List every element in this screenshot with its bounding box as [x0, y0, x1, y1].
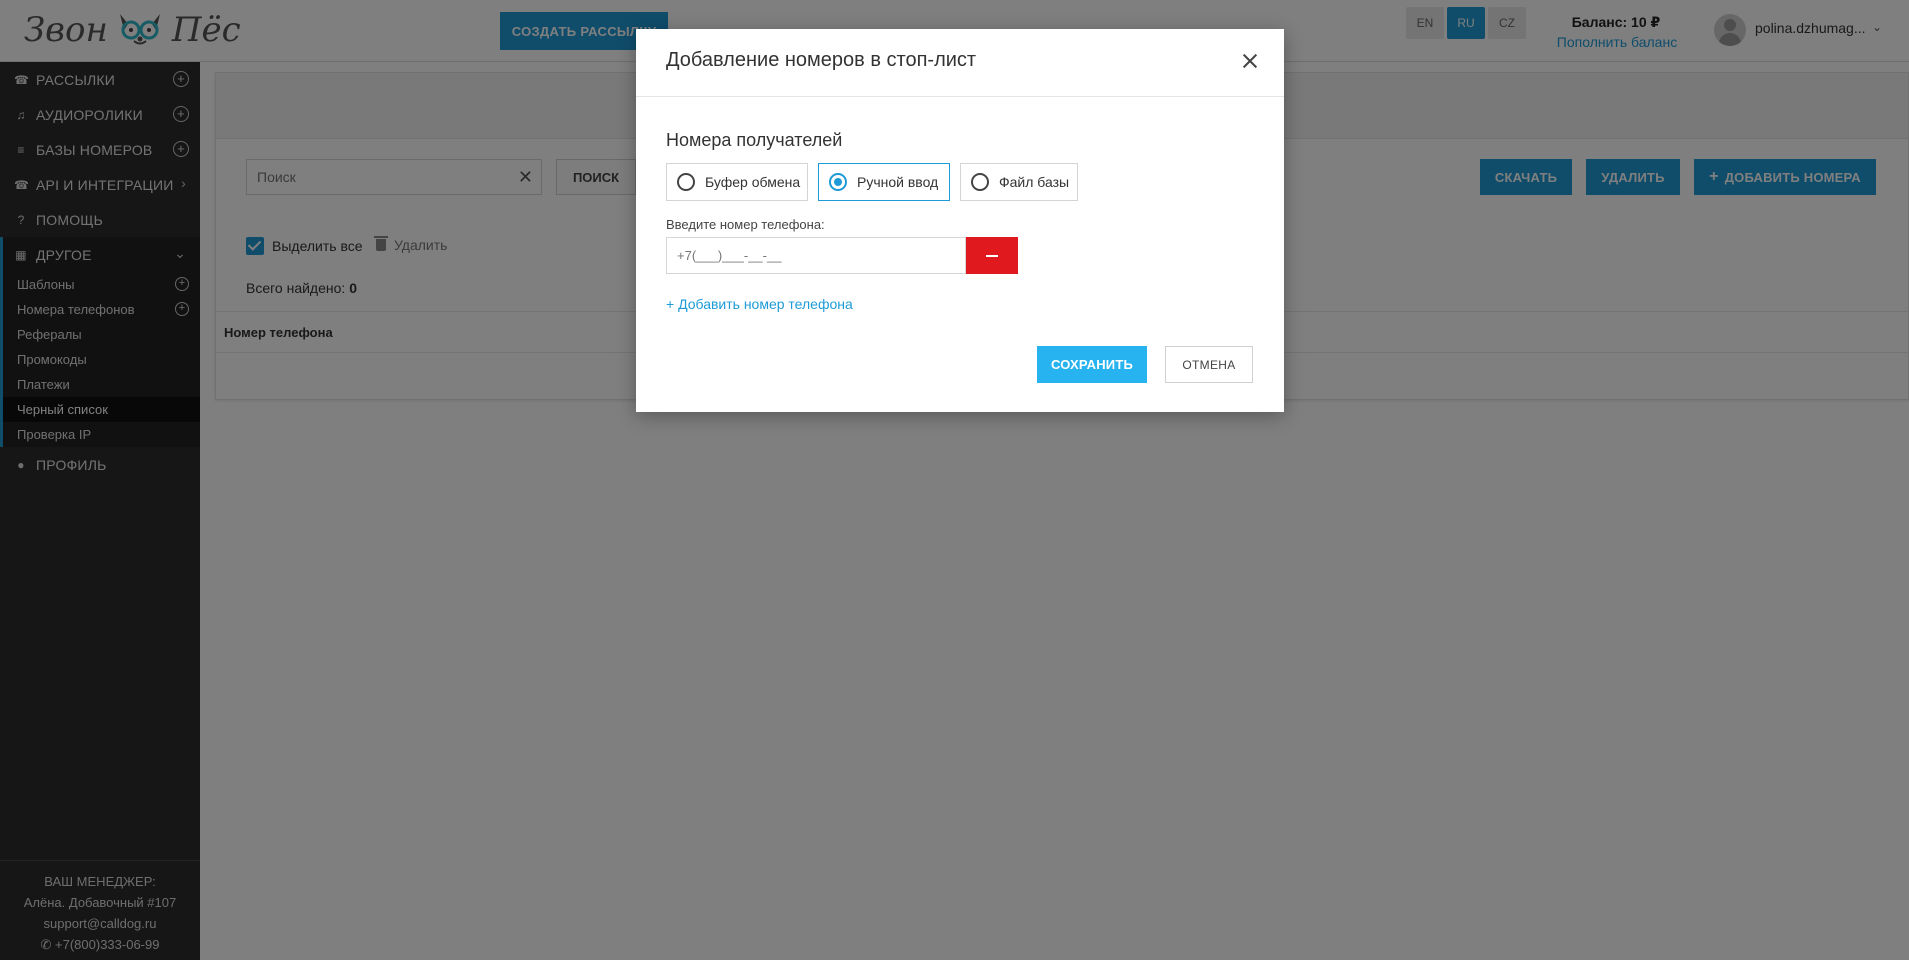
option-manual-input[interactable]: Ручной ввод	[818, 163, 950, 201]
minus-icon	[986, 254, 998, 257]
radio-icon[interactable]	[971, 173, 989, 191]
recipients-label: Номера получателей	[666, 130, 843, 150]
modal-header: Добавление номеров в стоп-лист	[636, 29, 1284, 97]
radio-icon[interactable]	[677, 173, 695, 191]
save-button[interactable]: СОХРАНИТЬ	[1037, 346, 1147, 383]
phone-input[interactable]	[667, 238, 965, 273]
option-database-file[interactable]: Файл базы	[960, 163, 1078, 201]
cancel-button[interactable]: ОТМЕНА	[1165, 346, 1253, 383]
add-phone-link[interactable]: + Добавить номер телефона	[666, 296, 853, 312]
phone-field[interactable]	[666, 237, 966, 274]
radio-selected-icon[interactable]	[829, 173, 847, 191]
option-label: Ручной ввод	[857, 174, 939, 190]
option-label: Буфер обмена	[705, 174, 801, 190]
close-icon[interactable]	[1238, 49, 1262, 73]
option-label: Файл базы	[999, 174, 1070, 190]
phone-field-label: Введите номер телефона:	[666, 217, 825, 232]
remove-phone-button[interactable]	[966, 237, 1018, 274]
add-to-stoplist-modal: Добавление номеров в стоп-лист Номера по…	[636, 29, 1284, 412]
modal-title: Добавление номеров в стоп-лист	[666, 49, 977, 71]
option-clipboard[interactable]: Буфер обмена	[666, 163, 808, 201]
